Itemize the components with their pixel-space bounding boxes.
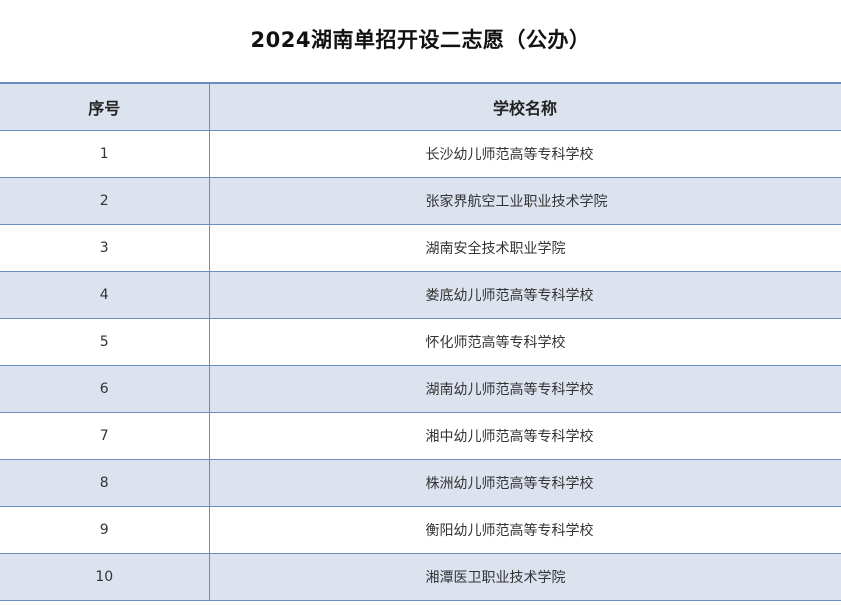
row-school-name: 株洲幼儿师范高等专科学校 (208, 459, 841, 507)
row-serial-number: 4 (0, 271, 210, 319)
page: 2024湖南单招开设二志愿（公办） 序号 学校名称 1 长沙幼儿师范高等专科学校… (0, 0, 841, 605)
row-school-name: 衡阳幼儿师范高等专科学校 (208, 506, 841, 554)
row-school-name: 湖南幼儿师范高等专科学校 (208, 365, 841, 413)
table-body: 1 长沙幼儿师范高等专科学校 2 张家界航空工业职业技术学院 3 湖南安全技术职… (0, 130, 841, 601)
table-row: 5 怀化师范高等专科学校 (0, 318, 841, 366)
table-row: 9 衡阳幼儿师范高等专科学校 (0, 506, 841, 554)
row-serial-number: 2 (0, 177, 210, 225)
table-header: 序号 学校名称 (0, 82, 841, 131)
school-table: 序号 学校名称 1 长沙幼儿师范高等专科学校 2 张家界航空工业职业技术学院 3… (0, 82, 841, 601)
table-row: 7 湘中幼儿师范高等专科学校 (0, 412, 841, 460)
table-row: 8 株洲幼儿师范高等专科学校 (0, 459, 841, 507)
table-row: 1 长沙幼儿师范高等专科学校 (0, 130, 841, 178)
row-school-name: 娄底幼儿师范高等专科学校 (208, 271, 841, 319)
row-school-name: 湘潭医卫职业技术学院 (208, 553, 841, 601)
row-serial-number: 9 (0, 506, 210, 554)
row-serial-number: 10 (0, 553, 210, 601)
table-row: 4 娄底幼儿师范高等专科学校 (0, 271, 841, 319)
header-school-name: 学校名称 (208, 82, 841, 131)
table-row: 3 湖南安全技术职业学院 (0, 224, 841, 272)
row-school-name: 湘中幼儿师范高等专科学校 (208, 412, 841, 460)
row-school-name: 长沙幼儿师范高等专科学校 (208, 130, 841, 178)
row-school-name: 怀化师范高等专科学校 (208, 318, 841, 366)
row-serial-number: 5 (0, 318, 210, 366)
page-title: 2024湖南单招开设二志愿（公办） (250, 28, 591, 52)
row-school-name: 湖南安全技术职业学院 (208, 224, 841, 272)
row-serial-number: 3 (0, 224, 210, 272)
row-serial-number: 7 (0, 412, 210, 460)
header-serial-number: 序号 (0, 82, 210, 131)
row-serial-number: 6 (0, 365, 210, 413)
table-row: 6 湖南幼儿师范高等专科学校 (0, 365, 841, 413)
table-row: 2 张家界航空工业职业技术学院 (0, 177, 841, 225)
row-serial-number: 8 (0, 459, 210, 507)
row-school-name: 张家界航空工业职业技术学院 (208, 177, 841, 225)
table-row: 10 湘潭医卫职业技术学院 (0, 553, 841, 601)
header-row: 序号 学校名称 (0, 82, 841, 131)
row-serial-number: 1 (0, 130, 210, 178)
